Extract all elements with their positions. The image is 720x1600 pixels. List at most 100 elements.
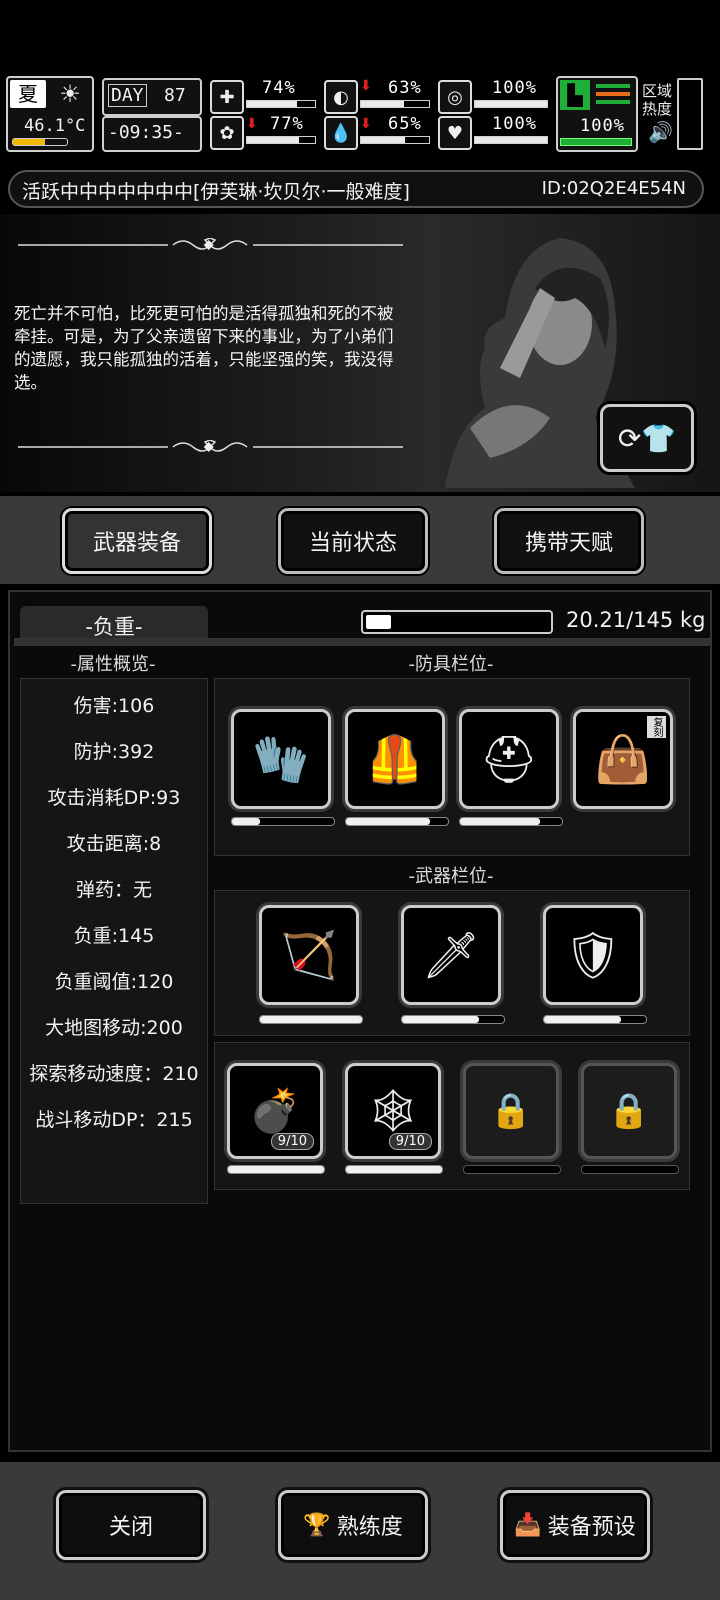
tab-bar: 武器装备 当前状态 携带天赋 <box>0 496 720 584</box>
mind-value: 77% <box>270 114 304 134</box>
gloves-durability <box>231 817 335 826</box>
net-durability <box>345 1165 443 1174</box>
day-panel: DAY 87 <box>102 78 202 116</box>
grenade-count: 9/10 <box>270 1133 314 1150</box>
bag-icon: 👜 <box>594 731 652 786</box>
character-name-bar: 活跃中中中中中中中[伊芙琳·坎贝尔·一般难度] ID:02Q2E4E54N <box>8 170 704 208</box>
stamina-icon: ◎ <box>438 80 472 114</box>
medkit-icon: ✚ <box>210 80 244 114</box>
ornament-divider-top <box>18 238 403 250</box>
attr-load-threshold: 负重阈值:120 <box>54 971 174 993</box>
lock-icon: 🔒 <box>489 1091 533 1131</box>
ornament-divider-bottom <box>18 440 403 452</box>
close-label: 关闭 <box>108 1515 153 1540</box>
helmet-durability <box>459 817 563 826</box>
attr-defense: 防护:392 <box>73 741 155 763</box>
net-icon: 🕸 <box>366 1086 420 1135</box>
net-count: 9/10 <box>388 1133 432 1150</box>
armor-slot-gloves[interactable]: 🧤 <box>231 709 331 809</box>
boot-icon: ▙ <box>560 80 590 110</box>
stamina-value: 100% <box>492 78 537 98</box>
weather-panel[interactable]: 夏 ☀ 46.1°C <box>6 76 94 152</box>
helmet-icon: ⛑ <box>479 731 539 786</box>
body-armor-icon: 🦺 <box>366 731 424 786</box>
proficiency-button[interactable]: 🏆 熟练度 <box>278 1490 428 1560</box>
speaker-icon[interactable]: 🔊 <box>648 120 673 144</box>
item-slot-net[interactable]: 🕸 9/10 <box>345 1063 441 1159</box>
mind-bar <box>246 136 316 144</box>
crossbow-durability <box>259 1015 363 1024</box>
sun-icon: ☀ <box>59 80 81 108</box>
gloves-icon: 🧤 <box>252 731 310 786</box>
equipment-panel: -负重- 20.21/145 kg -属性概览- 伤害:106 防护:392 攻… <box>8 590 712 1452</box>
weapon-slot-shield[interactable]: 🛡 <box>543 905 643 1005</box>
leg-value: 100% <box>580 116 625 136</box>
load-progress-fill <box>366 615 392 629</box>
attr-load: 负重:145 <box>73 925 155 947</box>
footer-bar: 关闭 🏆 熟练度 📥 装备预设 <box>0 1462 720 1600</box>
preset-label: 装备预设 <box>547 1515 636 1540</box>
brain-icon: ✿ <box>210 116 244 150</box>
attr-attack-dp: 攻击消耗DP:93 <box>47 787 181 809</box>
armor-slot-helmet[interactable]: ⛑ <box>459 709 559 809</box>
tab-current-status[interactable]: 当前状态 <box>278 508 428 574</box>
crossbow-icon: 🏹 <box>280 927 338 982</box>
armor-header: -防具栏位- <box>408 654 494 675</box>
close-button[interactable]: 关闭 <box>56 1490 206 1560</box>
attr-map-move: 大地图移动:200 <box>45 1017 183 1039</box>
day-label: DAY <box>108 84 147 107</box>
grenade-durability <box>227 1165 325 1174</box>
zone-label-line2: 热度 <box>642 100 673 118</box>
temperature-readout: 46.1°C <box>24 116 86 136</box>
character-quote-panel: 死亡并不可怕，比死更可怕的是活得孤独和死的不被牵挂。可是，为了父亲遗留下来的事业… <box>0 214 720 492</box>
preset-icon: 📥 <box>514 1512 542 1538</box>
leg-bar <box>560 138 632 146</box>
grenade-icon: 💣 <box>248 1086 302 1135</box>
replica-badge: 复刻 <box>647 716 666 738</box>
mind-down-arrow-icon: ⬇ <box>246 116 258 132</box>
clock-time: -09:35- <box>108 122 184 143</box>
item-slot-locked-1[interactable]: 🔒 <box>463 1063 559 1159</box>
attr-battle-move-dp: 战斗移动DP：215 <box>35 1109 193 1131</box>
refresh-shirt-icon: ⟳👕 <box>617 421 677 455</box>
water-value: 65% <box>388 114 422 134</box>
weapons-header: -武器栏位- <box>408 866 494 887</box>
character-name: 活跃中中中中中中中[伊芙琳·坎贝尔·一般难度] <box>22 181 410 203</box>
shield-icon: 🛡 <box>563 927 623 982</box>
lock-icon: 🔒 <box>607 1091 651 1131</box>
weapon-slot-crossbow[interactable]: 🏹 <box>259 905 359 1005</box>
stomach-icon: ◐ <box>324 80 358 114</box>
weapon-slots: 🏹 🗡 🛡 <box>214 890 690 1036</box>
water-bar <box>360 136 430 144</box>
proficiency-label: 熟练度 <box>336 1515 403 1540</box>
attr-ammo: 弹药：无 <box>75 879 152 901</box>
day-number: 87 <box>164 85 186 106</box>
weapon-slot-knife[interactable]: 🗡 <box>401 905 501 1005</box>
tab-talents[interactable]: 携带天赋 <box>494 508 644 574</box>
heart-bar <box>474 136 548 144</box>
item-slot-locked-2[interactable]: 🔒 <box>581 1063 677 1159</box>
load-value: 20.21/145 kg <box>566 608 706 632</box>
zone-label-line1: 区域 <box>642 82 673 100</box>
armor-slots: 🧤 🦺 ⛑ 👜 复刻 <box>214 678 690 856</box>
proficiency-icon: 🏆 <box>303 1512 331 1538</box>
character-quote-text: 死亡并不可怕，比死更可怕的是活得孤独和死的不被牵挂。可是，为了父亲遗留下来的事业… <box>14 304 394 392</box>
item-slots: 💣 9/10 🕸 9/10 🔒 🔒 <box>214 1042 690 1190</box>
water-down-arrow-icon: ⬇ <box>360 116 372 132</box>
stomach-value: 63% <box>388 78 422 98</box>
attributes-list: 伤害:106 防护:392 攻击消耗DP:93 攻击距离:8 弹药：无 负重:1… <box>20 678 208 1204</box>
season-badge: 夏 <box>10 80 46 108</box>
attr-attack-range: 攻击距离:8 <box>66 833 162 855</box>
body-armor-durability <box>345 817 449 826</box>
equipment-preset-button[interactable]: 📥 装备预设 <box>500 1490 650 1560</box>
item-slot-grenade[interactable]: 💣 9/10 <box>227 1063 323 1159</box>
time-panel: -09:35- <box>102 116 202 152</box>
temperature-bar <box>12 138 68 146</box>
armor-slot-bag[interactable]: 👜 复刻 <box>573 709 673 809</box>
tab-weapons-equipment[interactable]: 武器装备 <box>62 508 212 574</box>
armor-slot-body[interactable]: 🦺 <box>345 709 445 809</box>
change-outfit-button[interactable]: ⟳👕 <box>600 404 694 472</box>
attr-damage: 伤害:106 <box>73 695 155 717</box>
stamina-bar <box>474 100 548 108</box>
attr-explore-speed: 探索移动速度：210 <box>29 1063 199 1085</box>
